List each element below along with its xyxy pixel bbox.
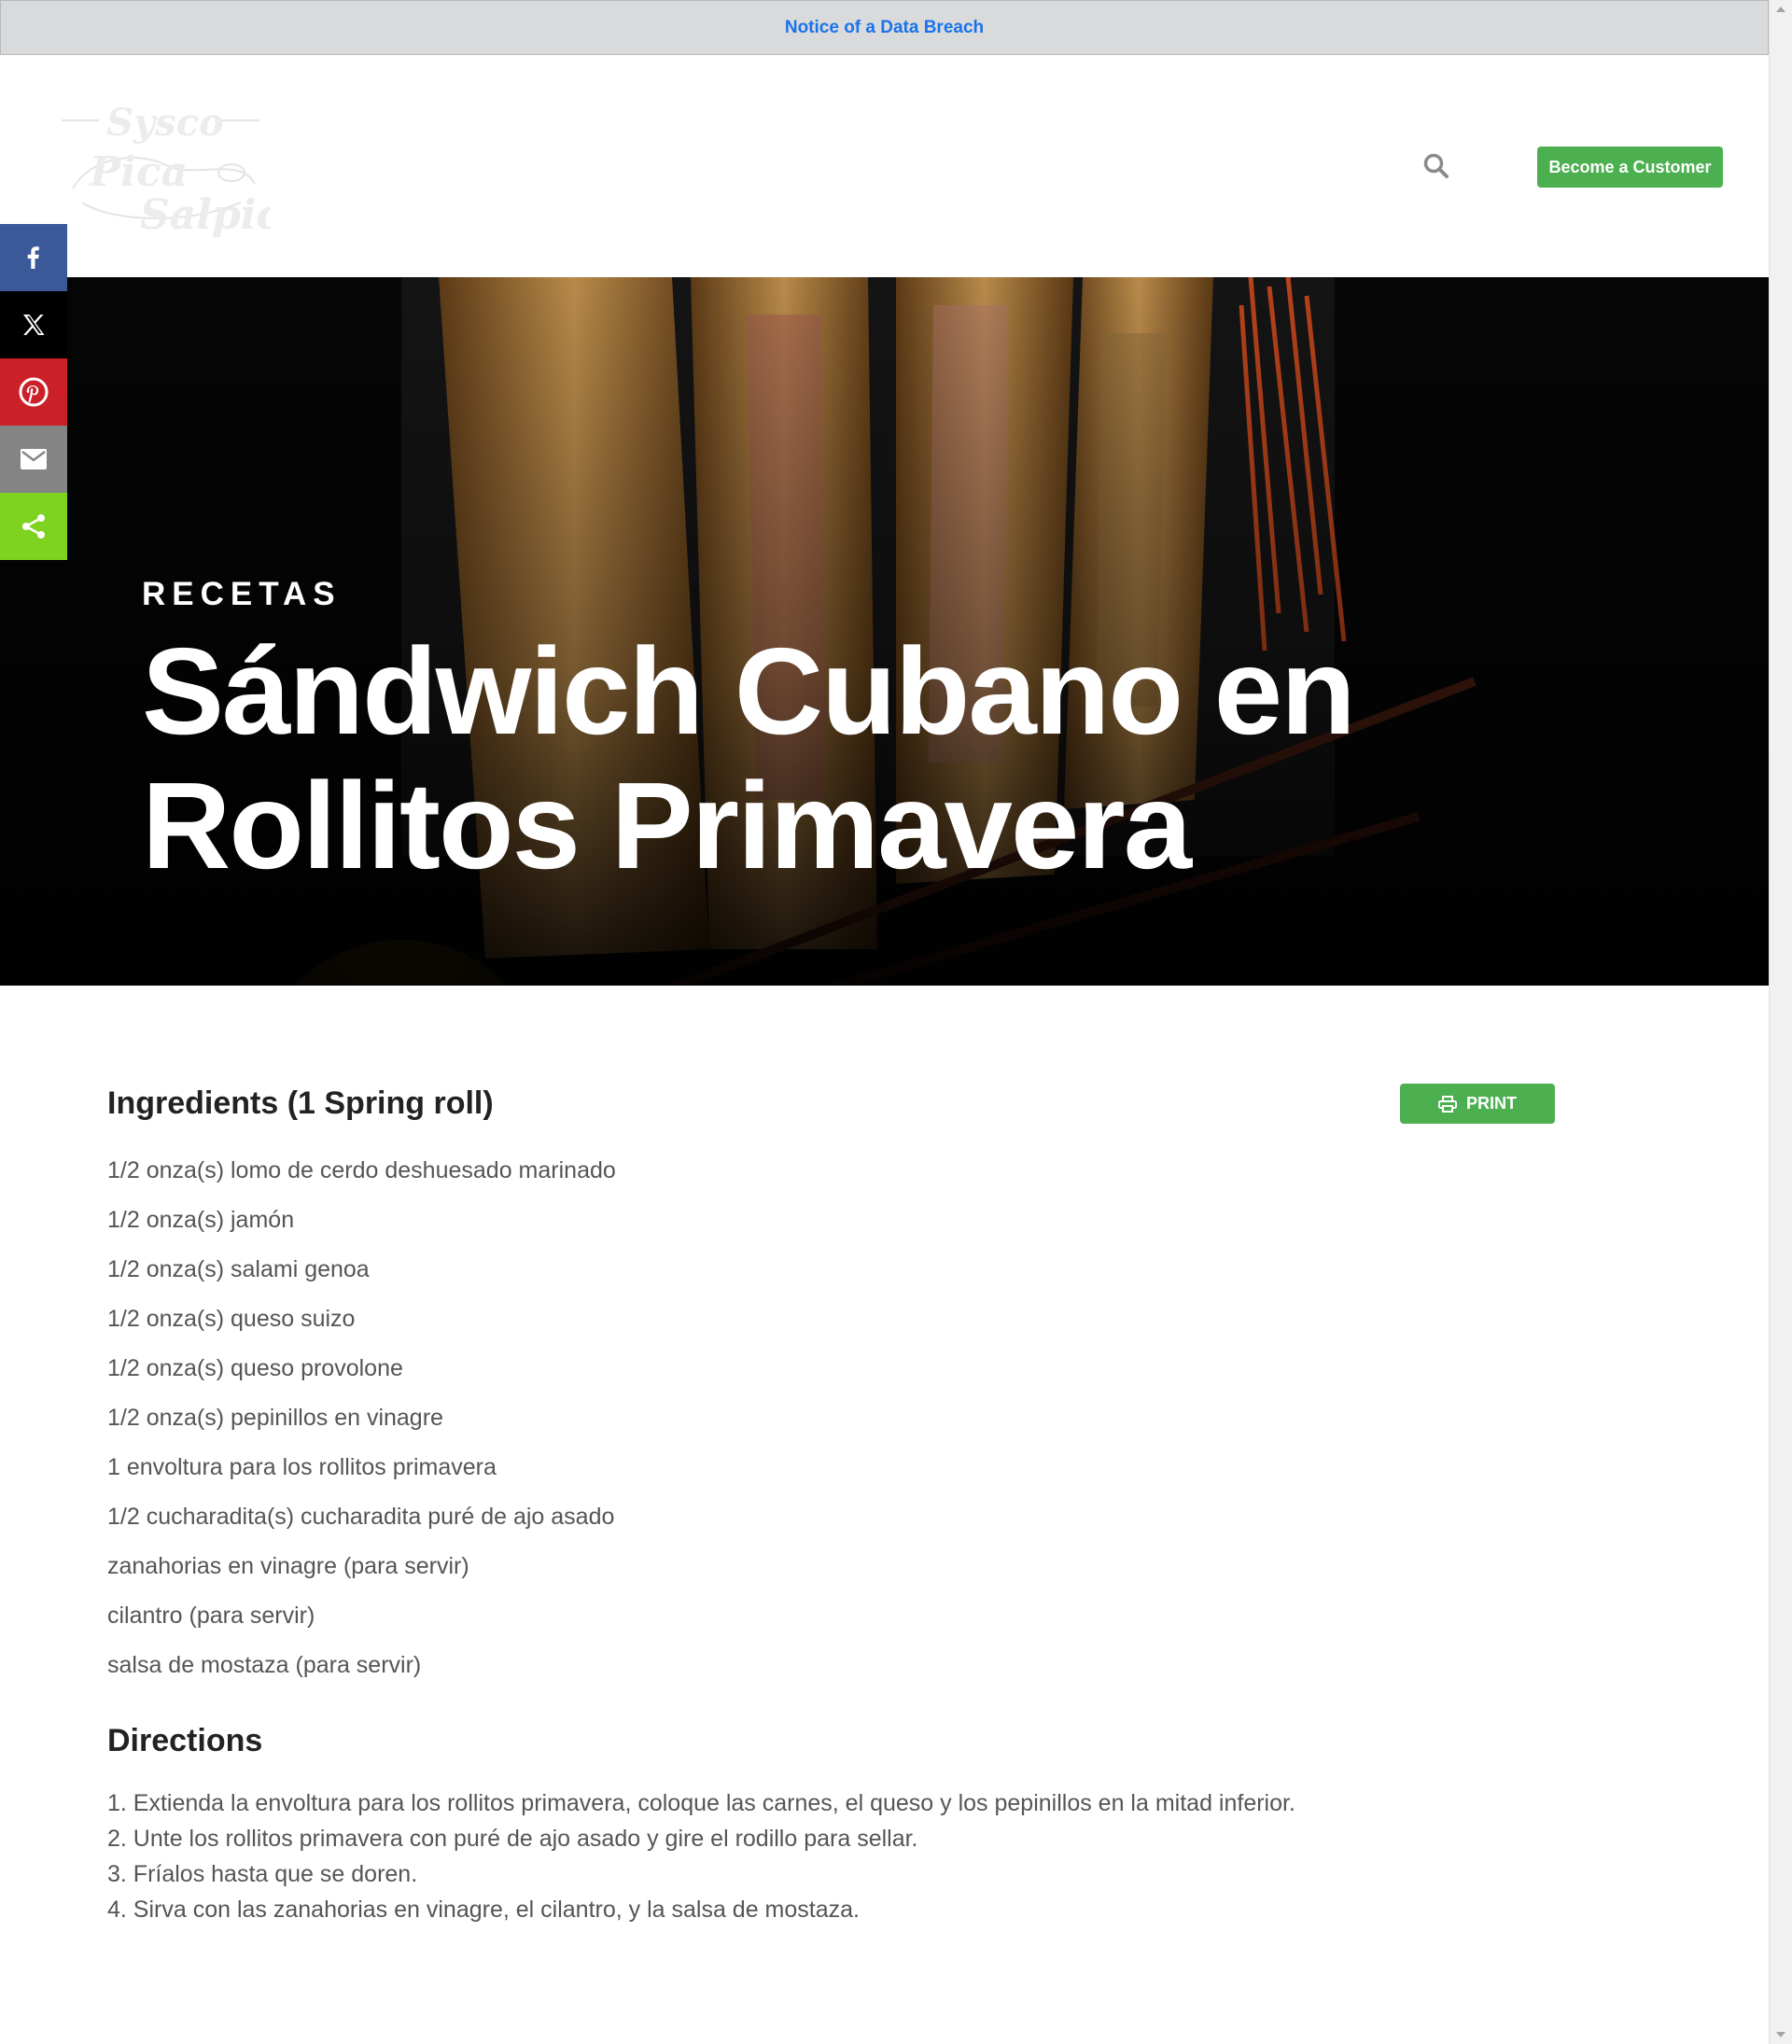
logo-graphic: Sysco Pica Salpica <box>62 101 308 239</box>
recipe-hero: RECETAS Sándwich Cubano en Rollitos Prim… <box>0 277 1769 986</box>
share-icon <box>22 514 45 539</box>
logo-text-top: Sysco <box>106 101 224 145</box>
pinterest-share-button[interactable] <box>0 358 67 426</box>
page: Notice of a Data Breach Sysco Pica Salpi… <box>0 0 1769 2044</box>
direction-step: 4. Sirva con las zanahorias en vinagre, … <box>107 1897 860 1923</box>
hero-text: RECETAS Sándwich Cubano en Rollitos Prim… <box>142 576 1542 893</box>
search-icon[interactable] <box>1422 152 1450 180</box>
facebook-share-button[interactable] <box>0 224 67 291</box>
recipe-title-line-2: Rollitos Primavera <box>142 757 1192 894</box>
ingredient-item: 1/2 onza(s) pepinillos en vinagre <box>107 1405 443 1431</box>
x-share-button[interactable] <box>0 291 67 358</box>
recipe-title-line-1: Sándwich Cubano en <box>142 623 1356 760</box>
ingredient-item: 1/2 onza(s) salami genoa <box>107 1256 370 1282</box>
ingredient-item: 1 envoltura para los rollitos primavera <box>107 1454 497 1480</box>
share-button[interactable] <box>0 493 67 560</box>
ingredient-item: salsa de mostaza (para servir) <box>107 1652 422 1678</box>
ingredient-item: cilantro (para servir) <box>107 1603 315 1629</box>
ingredient-item: 1/2 onza(s) lomo de cerdo deshuesado mar… <box>107 1157 616 1183</box>
ingredient-item: 1/2 onza(s) queso provolone <box>107 1355 403 1381</box>
direction-step: 2. Unte los rollitos primavera con puré … <box>107 1826 918 1852</box>
page-scrollbar[interactable] <box>1769 0 1792 2044</box>
directions-heading: Directions <box>107 1723 263 1758</box>
direction-step: 1. Extienda la envoltura para los rollit… <box>107 1790 1295 1816</box>
social-share-bar <box>0 224 67 560</box>
sysco-pica-salpica-logo[interactable]: Sysco Pica Salpica <box>54 100 308 240</box>
site-header: Sysco Pica Salpica Become a Customer <box>0 55 1769 277</box>
email-share-button[interactable] <box>0 426 67 493</box>
recipe-title: Sándwich Cubano en Rollitos Primavera <box>142 624 1542 893</box>
recipe-category-label[interactable]: RECETAS <box>142 576 1542 613</box>
ingredient-item: 1/2 cucharadita(s) cucharadita puré de a… <box>107 1504 615 1530</box>
email-icon <box>21 449 47 469</box>
logo-text-bottom: Salpica <box>140 191 271 239</box>
scroll-down-arrow-icon[interactable] <box>1776 2032 1785 2037</box>
pinterest-icon <box>19 377 49 407</box>
scrollbar-thumb[interactable] <box>1774 19 1787 2025</box>
notice-bar: Notice of a Data Breach <box>0 0 1769 55</box>
ingredient-item: 1/2 onza(s) queso suizo <box>107 1306 356 1332</box>
x-icon <box>23 315 45 335</box>
direction-step: 3. Fríalos hasta que se doren. <box>107 1861 418 1887</box>
become-a-customer-button[interactable]: Become a Customer <box>1537 147 1723 188</box>
scroll-up-arrow-icon[interactable] <box>1776 7 1785 12</box>
ingredient-item: 1/2 onza(s) jamón <box>107 1207 295 1233</box>
logo-text-middle: Pica <box>88 148 188 196</box>
ingredients-heading: Ingredients (1 Spring roll) <box>107 1085 494 1121</box>
recipe-content: Ingredients (1 Spring roll) 1/2 onza(s) … <box>107 1083 1675 1927</box>
ingredients-list: 1/2 onza(s) lomo de cerdo deshuesado mar… <box>107 1146 1675 1690</box>
facebook-icon <box>27 246 39 269</box>
ingredient-item: zanahorias en vinagre (para servir) <box>107 1553 469 1579</box>
directions-list: 1. Extienda la envoltura para los rollit… <box>107 1785 1675 1927</box>
data-breach-notice-link[interactable]: Notice of a Data Breach <box>785 18 984 38</box>
